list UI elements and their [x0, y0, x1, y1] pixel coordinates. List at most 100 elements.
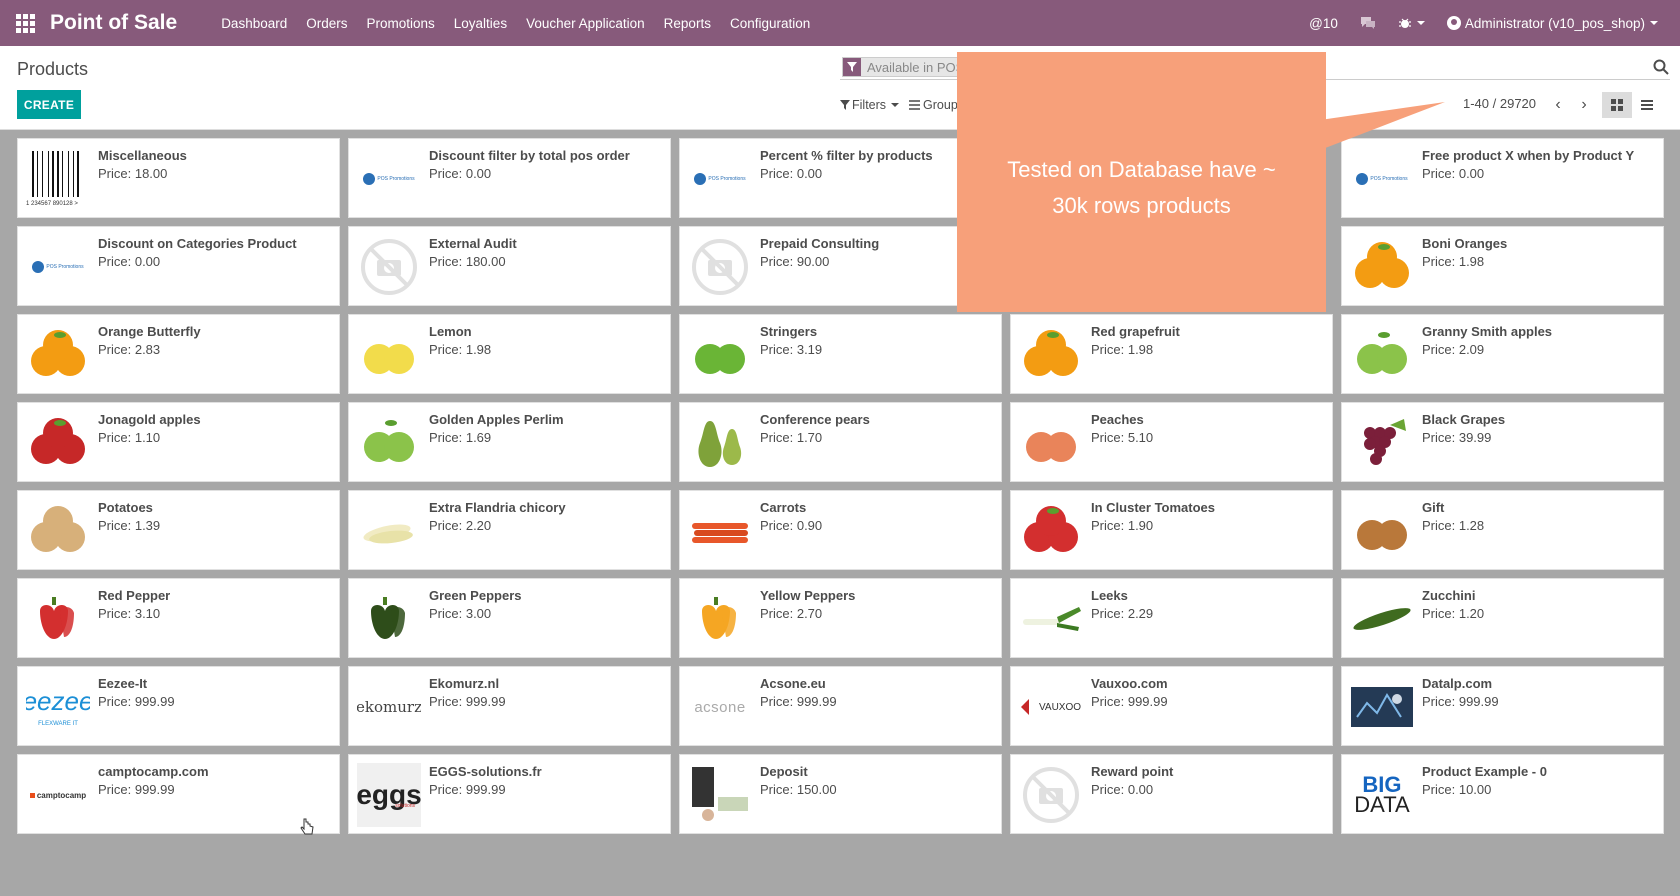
- product-name: EGGS-solutions.fr: [429, 764, 542, 779]
- orange-icon: [1019, 323, 1083, 387]
- product-card[interactable]: eggs solutions EGGS-solutions.fr Price: 999…: [348, 754, 671, 834]
- menu-loyalties[interactable]: Loyalties: [454, 16, 507, 31]
- product-card[interactable]: Leeks Price: 2.29: [1010, 578, 1333, 658]
- datalp-logo: [1350, 675, 1414, 739]
- product-card[interactable]: Yellow Peppers Price: 2.70: [679, 578, 1002, 658]
- create-button[interactable]: CREATE: [17, 90, 81, 119]
- product-price: Price: 999.99: [429, 782, 506, 797]
- product-price: Price: 999.99: [98, 694, 175, 709]
- list-view-icon: [1641, 100, 1653, 110]
- product-card[interactable]: acsone Acsone.eu Price: 999.99: [679, 666, 1002, 746]
- search-facet[interactable]: Available in POS: [842, 57, 974, 77]
- user-menu-button[interactable]: Administrator (v10_pos_shop): [1446, 16, 1658, 31]
- group-label: Group: [923, 98, 958, 112]
- menu-promotions[interactable]: Promotions: [367, 16, 435, 31]
- eezee-logo-sub: FLEXWARE IT: [38, 721, 78, 727]
- product-card[interactable]: Golden Apples Perlim Price: 1.69: [348, 402, 671, 482]
- product-name: Prepaid Consulting: [760, 236, 880, 251]
- product-card[interactable]: eezee FLEXWARE IT Eezee-It Price: 999.99: [17, 666, 340, 746]
- product-card[interactable]: POS Promotions Discount on Categories Pro…: [17, 226, 340, 306]
- product-name: Green Peppers: [429, 588, 522, 603]
- product-card[interactable]: BIG DATA Product Example - 0 Price: 10.00: [1341, 754, 1664, 834]
- menu-configuration[interactable]: Configuration: [730, 16, 810, 31]
- product-card[interactable]: Deposit Price: 150.00: [679, 754, 1002, 834]
- product-card[interactable]: Reward point Price: 0.00: [1010, 754, 1333, 834]
- product-card[interactable]: 1 234567 890128 > Miscellaneous Price: 18.…: [17, 138, 340, 218]
- no-image-icon: [1019, 763, 1083, 827]
- product-price: Price: 0.00: [429, 166, 492, 181]
- product-card[interactable]: Red grapefruit Price: 1.98: [1010, 314, 1333, 394]
- chicory-icon: [357, 499, 421, 563]
- product-card[interactable]: In Cluster Tomatoes Price: 1.90: [1010, 490, 1333, 570]
- bug-icon: [1398, 18, 1411, 28]
- product-card[interactable]: Conference pears Price: 1.70: [679, 402, 1002, 482]
- pos-promotions-text: POS Promotions: [708, 176, 746, 182]
- apps-menu-icon[interactable]: [0, 0, 50, 46]
- callout-text: Tested on Database have ~ 30k rows produ…: [1007, 157, 1276, 218]
- product-card[interactable]: Zucchini Price: 1.20: [1341, 578, 1664, 658]
- product-card[interactable]: Peaches Price: 5.10: [1010, 402, 1333, 482]
- product-card[interactable]: POS Promotions Percent % filter by produc…: [679, 138, 1002, 218]
- zucchini-icon: [1350, 587, 1414, 651]
- product-card[interactable]: Carrots Price: 0.90: [679, 490, 1002, 570]
- menu-dashboard[interactable]: Dashboard: [221, 16, 287, 31]
- menu-reports[interactable]: Reports: [664, 16, 711, 31]
- product-name: Orange Butterfly: [98, 324, 201, 339]
- product-name: Eezee-It: [98, 676, 148, 691]
- search-icon[interactable]: [1652, 58, 1670, 76]
- product-card[interactable]: ekomurz Ekomurz.nl Price: 999.99: [348, 666, 671, 746]
- list-view-button[interactable]: [1632, 92, 1662, 118]
- product-card[interactable]: Jonagold apples Price: 1.10: [17, 402, 340, 482]
- product-card[interactable]: Potatoes Price: 1.39: [17, 490, 340, 570]
- product-price: Price: 1.98: [1422, 254, 1485, 269]
- product-card[interactable]: Extra Flandria chicory Price: 2.20: [348, 490, 671, 570]
- product-card[interactable]: Lemon Price: 1.98: [348, 314, 671, 394]
- product-name: Red Pepper: [98, 588, 171, 603]
- product-card[interactable]: Granny Smith apples Price: 2.09: [1341, 314, 1664, 394]
- vauxoo-logo: VAUXOO: [1019, 675, 1083, 739]
- green-pepper-icon: [357, 587, 421, 651]
- product-card[interactable]: External Audit Price: 180.00: [348, 226, 671, 306]
- product-card[interactable]: VAUXOO Vauxoo.com Price: 999.99: [1010, 666, 1333, 746]
- debug-menu-button[interactable]: [1398, 16, 1425, 30]
- product-card[interactable]: Gift Price: 1.28: [1341, 490, 1664, 570]
- product-card[interactable]: Stringers Price: 3.19: [679, 314, 1002, 394]
- product-name: Red grapefruit: [1091, 324, 1180, 339]
- product-card[interactable]: Boni Oranges Price: 1.98: [1341, 226, 1664, 306]
- pager-previous-icon[interactable]: ‹: [1545, 94, 1571, 116]
- product-card[interactable]: Datalp.com Price: 999.99: [1341, 666, 1664, 746]
- menu-orders[interactable]: Orders: [306, 16, 347, 31]
- yellow-pepper-icon: [688, 587, 752, 651]
- kanban-view-button[interactable]: [1602, 92, 1632, 118]
- group-by-dropdown[interactable]: Group: [909, 98, 958, 112]
- product-name: In Cluster Tomatoes: [1091, 500, 1216, 515]
- product-card[interactable]: Prepaid Consulting Price: 90.00: [679, 226, 1002, 306]
- product-card[interactable]: Red Pepper Price: 3.10: [17, 578, 340, 658]
- eezee-logo: eezee FLEXWARE IT: [26, 675, 90, 739]
- navbar-right: @ 10 Administrator (v10_pos_shop): [1309, 0, 1680, 46]
- product-card[interactable]: camptocamp camptocamp.com Price: 999.99: [17, 754, 340, 834]
- menu-voucher-application[interactable]: Voucher Application: [526, 16, 645, 31]
- pager-value[interactable]: 1-40 / 29720: [1463, 96, 1536, 111]
- product-name: External Audit: [429, 236, 517, 251]
- product-name: Granny Smith apples: [1422, 324, 1553, 339]
- product-name: Yellow Peppers: [760, 588, 856, 603]
- chat-button[interactable]: [1360, 16, 1376, 30]
- product-card[interactable]: Green Peppers Price: 3.00: [348, 578, 671, 658]
- pager-next-icon[interactable]: ›: [1571, 94, 1597, 116]
- pos-promotions-text: POS Promotions: [46, 264, 84, 270]
- product-card[interactable]: Orange Butterfly Price: 2.83: [17, 314, 340, 394]
- filter-icon: [840, 100, 850, 110]
- filters-dropdown[interactable]: Filters: [840, 98, 900, 112]
- product-price: Price: 1.69: [429, 430, 492, 445]
- product-card[interactable]: Black Grapes Price: 39.99: [1341, 402, 1664, 482]
- green-apple-icon: [1350, 323, 1414, 387]
- bigdata-logo: BIG DATA: [1350, 763, 1414, 827]
- breadcrumb: Products: [17, 59, 89, 79]
- product-price: Price: 2.83: [98, 342, 161, 357]
- leek-icon: [1019, 587, 1083, 651]
- product-card[interactable]: POS Promotions Discount filter by total p…: [348, 138, 671, 218]
- mentions-button[interactable]: @ 10: [1309, 16, 1338, 31]
- pos-promotions-logo: POS Promotions: [26, 235, 90, 299]
- annotation-callout: Tested on Database have ~ 30k rows produ…: [957, 52, 1326, 312]
